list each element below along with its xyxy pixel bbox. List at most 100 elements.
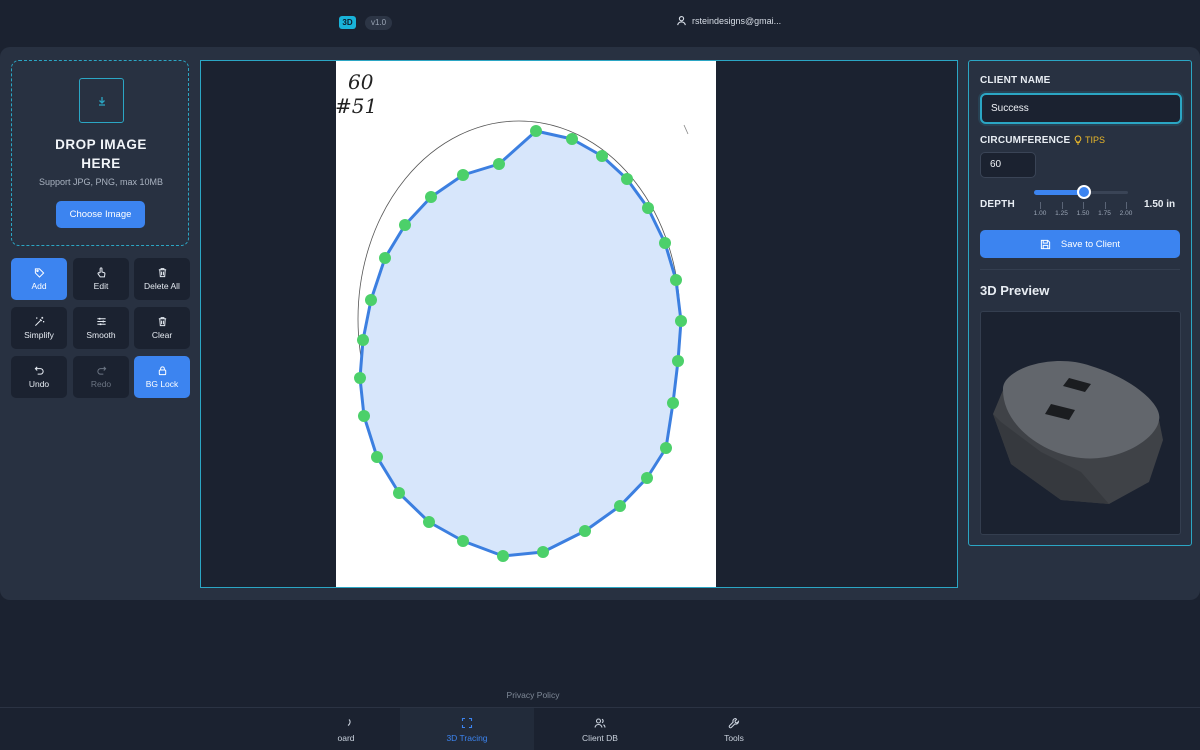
circumference-label: CIRCUMFERENCE	[980, 135, 1071, 146]
user-menu[interactable]: rsteindesigns@gmai...	[676, 15, 781, 26]
depth-tick	[1061, 202, 1063, 209]
depth-label: DEPTH	[980, 199, 1015, 210]
trace-point[interactable]	[358, 410, 370, 422]
privacy-policy-link[interactable]: Privacy Policy	[0, 690, 1066, 700]
save-to-client-button[interactable]: Save to Client	[980, 230, 1180, 258]
trace-point[interactable]	[354, 372, 366, 384]
trace-point[interactable]	[675, 315, 687, 327]
trace-point[interactable]	[423, 516, 435, 528]
depth-tick-label: 1.00	[1033, 210, 1047, 217]
trace-point[interactable]	[641, 472, 653, 484]
annotation-circumference: 60	[348, 70, 374, 94]
smooth-button[interactable]: Smooth	[73, 307, 129, 349]
depth-slider-track[interactable]	[1085, 191, 1128, 194]
lightbulb-icon	[1074, 135, 1082, 145]
tool-label: Smooth	[86, 330, 116, 340]
nav-label: Tools	[724, 732, 744, 743]
depth-tick	[1126, 202, 1127, 209]
tips-link[interactable]: TIPS	[1073, 135, 1105, 145]
nav-tools[interactable]: Tools	[667, 708, 801, 750]
nav-3d-tracing[interactable]: 3D Tracing	[400, 708, 534, 750]
nav-label: oard	[337, 732, 355, 743]
redo-icon	[96, 366, 106, 375]
trace-point[interactable]	[371, 451, 383, 463]
trace-point[interactable]	[457, 535, 469, 547]
depth-tick	[1083, 202, 1084, 209]
trace-point[interactable]	[660, 442, 672, 454]
trace-point[interactable]	[399, 219, 411, 231]
users-icon	[594, 717, 606, 728]
add-tool-button[interactable]: Add	[11, 258, 67, 300]
trace-point[interactable]	[659, 237, 671, 249]
trash-icon	[158, 268, 166, 278]
simplify-button[interactable]: Simplify	[11, 307, 67, 349]
3d-preview-viewport[interactable]	[980, 311, 1181, 535]
depth-value: 1.50 in	[1144, 199, 1176, 210]
tool-label: Clear	[151, 330, 173, 340]
trace-point[interactable]	[579, 525, 591, 537]
trace-point[interactable]	[493, 158, 505, 170]
tool-label: Add	[31, 281, 47, 291]
trace-point[interactable]	[537, 546, 549, 558]
scan-frame-icon	[461, 717, 473, 728]
bg-lock-button[interactable]: BG Lock	[134, 356, 190, 398]
choose-image-button[interactable]: Choose Image	[56, 201, 145, 228]
3d-model	[993, 361, 1163, 504]
tool-label: Redo	[90, 379, 112, 389]
version-badge: v1.0	[365, 16, 392, 30]
tool-label: Edit	[93, 281, 109, 291]
trace-point[interactable]	[497, 550, 509, 562]
tool-label: Simplify	[24, 330, 54, 340]
nav-dashboard[interactable]: oard	[279, 708, 413, 750]
depth-tick-label: 1.50	[1076, 210, 1090, 217]
preview-title: 3D Preview	[980, 283, 1050, 298]
tool-label: BG Lock	[145, 379, 179, 389]
depth-slider-thumb[interactable]	[1077, 185, 1091, 199]
download-icon	[79, 78, 124, 123]
user-icon	[677, 16, 686, 26]
client-name-input[interactable]: Success	[980, 93, 1182, 124]
edit-tool-button[interactable]: Edit	[73, 258, 129, 300]
trace-point[interactable]	[670, 274, 682, 286]
trace-point[interactable]	[621, 173, 633, 185]
magic-wand-icon	[34, 316, 44, 326]
dropzone-subtitle: Support JPG, PNG, max 10MB	[38, 177, 164, 187]
settings-panel: CLIENT NAME Success CIRCUMFERENCE TIPS 6…	[968, 60, 1192, 546]
trace-point[interactable]	[642, 202, 654, 214]
tracing-canvas[interactable]: 60 #51	[200, 60, 958, 588]
divider	[980, 269, 1180, 270]
circumference-input[interactable]: 60	[980, 152, 1036, 178]
depth-tick	[1040, 202, 1041, 209]
user-email: rsteindesigns@gmai...	[692, 15, 782, 26]
nav-client-db[interactable]: Client DB	[533, 708, 667, 750]
wrench-icon	[728, 717, 740, 728]
trace-point[interactable]	[530, 125, 542, 137]
lock-icon	[158, 366, 166, 376]
trace-point[interactable]	[672, 355, 684, 367]
dropzone-title: DROP IMAGE HERE	[55, 137, 147, 171]
undo-button[interactable]: Undo	[11, 356, 67, 398]
clear-button[interactable]: Clear	[134, 307, 190, 349]
trace-point[interactable]	[365, 294, 377, 306]
redo-button[interactable]: Redo	[73, 356, 129, 398]
trace-point[interactable]	[614, 500, 626, 512]
trace-point[interactable]	[566, 133, 578, 145]
trace-point[interactable]	[667, 397, 679, 409]
sliders-icon	[96, 317, 106, 326]
trace-point[interactable]	[596, 150, 608, 162]
depth-tick	[1104, 202, 1106, 209]
nav-label: 3D Tracing	[446, 732, 488, 743]
pointer-hand-icon	[96, 267, 105, 278]
trace-point[interactable]	[357, 334, 369, 346]
tag-icon	[34, 268, 44, 278]
tool-label: Delete All	[144, 281, 180, 291]
trace-point[interactable]	[425, 191, 437, 203]
undo-icon	[34, 366, 44, 375]
delete-all-button[interactable]: Delete All	[134, 258, 190, 300]
trace-point[interactable]	[393, 487, 405, 499]
image-dropzone[interactable]: DROP IMAGE HERE Support JPG, PNG, max 10…	[11, 60, 189, 246]
trace-point[interactable]	[457, 169, 469, 181]
trace-point[interactable]	[379, 252, 391, 264]
client-name-label: CLIENT NAME	[980, 75, 1051, 86]
app-logo[interactable]: 3D	[339, 16, 356, 29]
